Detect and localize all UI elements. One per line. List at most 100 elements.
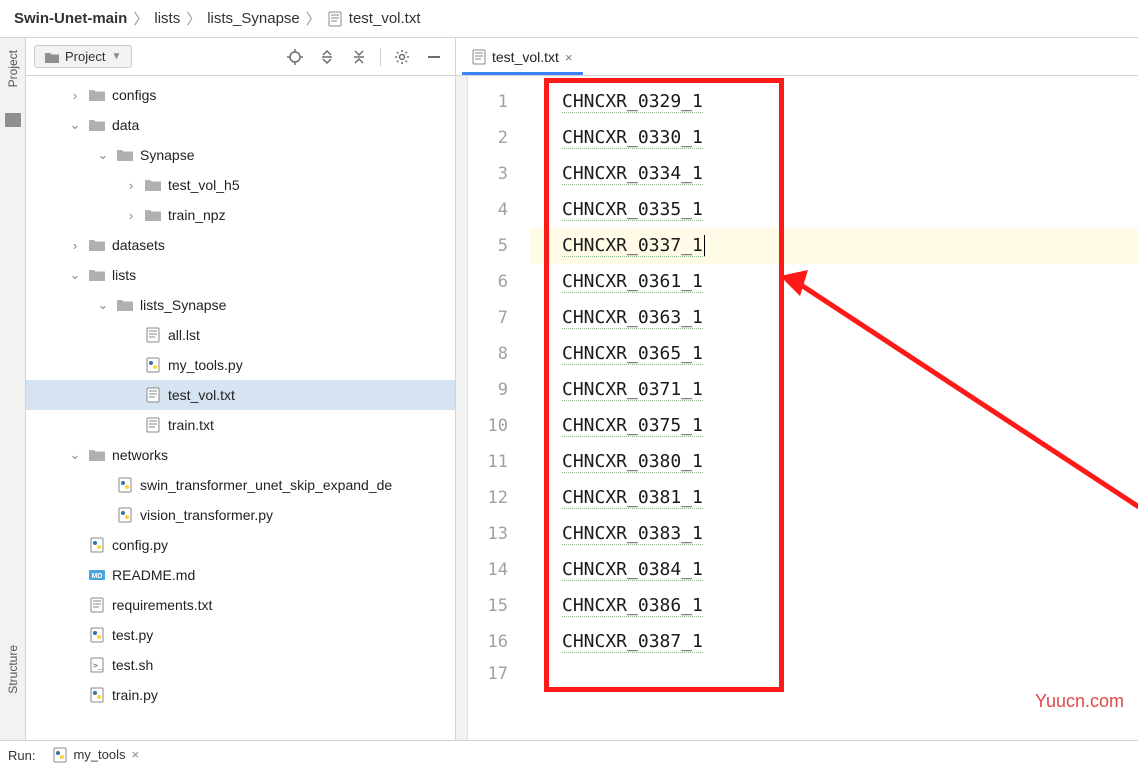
- code-line[interactable]: CHNCXR_0380_1: [530, 444, 1138, 480]
- code-line[interactable]: CHNCXR_0386_1: [530, 588, 1138, 624]
- editor-body[interactable]: 1234567891011121314151617 CHNCXR_0329_1C…: [456, 76, 1138, 740]
- tree-row[interactable]: ›test_vol_h5: [26, 170, 455, 200]
- text-file-icon: [327, 11, 343, 27]
- tree-row[interactable]: ⌄ data: [26, 110, 455, 140]
- breadcrumb-item[interactable]: lists_Synapse: [207, 10, 300, 27]
- project-view-selector[interactable]: Project ▼: [34, 45, 132, 68]
- breadcrumb-item[interactable]: lists: [154, 10, 180, 27]
- tree-row[interactable]: test_vol.txt: [26, 380, 455, 410]
- py-icon: [88, 687, 106, 703]
- line-number: 9: [468, 372, 530, 408]
- close-icon[interactable]: ×: [132, 747, 140, 762]
- gear-icon[interactable]: [389, 44, 415, 70]
- folder-icon: [88, 87, 106, 103]
- folder-icon: [144, 207, 162, 223]
- tree-row[interactable]: config.py: [26, 530, 455, 560]
- tree-row[interactable]: >_test.sh: [26, 650, 455, 680]
- chevron-down-icon[interactable]: ⌄: [96, 297, 110, 313]
- chevron-down-icon[interactable]: ⌄: [68, 267, 82, 283]
- tree-row[interactable]: test.py: [26, 620, 455, 650]
- code-line[interactable]: CHNCXR_0383_1: [530, 516, 1138, 552]
- txt-icon: [88, 597, 106, 613]
- tree-item-label: Synapse: [140, 147, 194, 163]
- tree-row[interactable]: ⌄ lists: [26, 260, 455, 290]
- tree-item-label: data: [112, 117, 139, 133]
- svg-text:>_: >_: [93, 661, 103, 670]
- py-icon: [144, 357, 162, 373]
- chevron-right-icon[interactable]: ›: [124, 208, 138, 223]
- locate-icon[interactable]: [282, 44, 308, 70]
- chevron-right-icon[interactable]: ›: [124, 178, 138, 193]
- line-number: 16: [468, 624, 530, 660]
- breadcrumb-item[interactable]: Swin-Unet-main: [14, 10, 127, 27]
- tree-row[interactable]: ⌄ lists_Synapse: [26, 290, 455, 320]
- tree-row[interactable]: ⌄ Synapse: [26, 140, 455, 170]
- tree-item-label: train.txt: [168, 417, 214, 433]
- code-line[interactable]: CHNCXR_0387_1: [530, 624, 1138, 660]
- tree-row[interactable]: vision_transformer.py: [26, 500, 455, 530]
- code-line[interactable]: CHNCXR_0361_1: [530, 264, 1138, 300]
- run-label: Run:: [8, 748, 35, 763]
- chevron-right-icon[interactable]: ›: [68, 88, 82, 103]
- tree-row[interactable]: train.txt: [26, 410, 455, 440]
- line-number: 12: [468, 480, 530, 516]
- code-line[interactable]: CHNCXR_0329_1: [530, 84, 1138, 120]
- tree-item-label: networks: [112, 447, 168, 463]
- code-line[interactable]: CHNCXR_0363_1: [530, 300, 1138, 336]
- line-number: 8: [468, 336, 530, 372]
- code-area[interactable]: CHNCXR_0329_1CHNCXR_0330_1CHNCXR_0334_1C…: [530, 76, 1138, 740]
- hide-icon[interactable]: [421, 44, 447, 70]
- folder-icon: [116, 297, 134, 313]
- close-icon[interactable]: ×: [565, 50, 573, 65]
- tree-item-label: test.py: [112, 627, 153, 643]
- chevron-right-icon[interactable]: ›: [68, 238, 82, 253]
- line-number: 11: [468, 444, 530, 480]
- tree-item-label: lists_Synapse: [140, 297, 226, 313]
- folder-icon: [88, 267, 106, 283]
- tree-row[interactable]: train.py: [26, 680, 455, 710]
- line-number: 14: [468, 552, 530, 588]
- code-line[interactable]: CHNCXR_0334_1: [530, 156, 1138, 192]
- txt-icon: [144, 387, 162, 403]
- code-line[interactable]: CHNCXR_0384_1: [530, 552, 1138, 588]
- structure-tool-tab[interactable]: Structure: [6, 639, 20, 700]
- tree-row[interactable]: my_tools.py: [26, 350, 455, 380]
- code-line[interactable]: CHNCXR_0330_1: [530, 120, 1138, 156]
- tree-row[interactable]: ›configs: [26, 80, 455, 110]
- tree-item-label: README.md: [112, 567, 195, 583]
- expand-all-icon[interactable]: [314, 44, 340, 70]
- project-tool-tab[interactable]: Project: [6, 44, 20, 93]
- folder-icon: [116, 147, 134, 163]
- tree-row[interactable]: all.lst: [26, 320, 455, 350]
- tree-row[interactable]: ›datasets: [26, 230, 455, 260]
- run-tab[interactable]: my_tools ×: [45, 744, 147, 768]
- tree-item-label: lists: [112, 267, 136, 283]
- line-number: 7: [468, 300, 530, 336]
- tree-item-label: test_vol.txt: [168, 387, 235, 403]
- tree-item-label: all.lst: [168, 327, 200, 343]
- line-number: 5: [468, 228, 530, 264]
- code-line[interactable]: CHNCXR_0365_1: [530, 336, 1138, 372]
- tree-row[interactable]: requirements.txt: [26, 590, 455, 620]
- tree-row[interactable]: ⌄ networks: [26, 440, 455, 470]
- tree-item-label: config.py: [112, 537, 168, 553]
- chevron-down-icon[interactable]: ⌄: [68, 447, 82, 463]
- code-line[interactable]: CHNCXR_0371_1: [530, 372, 1138, 408]
- code-line[interactable]: CHNCXR_0375_1: [530, 408, 1138, 444]
- tree-row[interactable]: ›train_npz: [26, 200, 455, 230]
- project-tree[interactable]: ›configs⌄data⌄Synapse›test_vol_h5›train_…: [26, 76, 455, 740]
- scrollbar-marker[interactable]: [456, 76, 468, 740]
- collapse-all-icon[interactable]: [346, 44, 372, 70]
- tree-row[interactable]: MDREADME.md: [26, 560, 455, 590]
- breadcrumb-item[interactable]: test_vol.txt: [349, 10, 421, 27]
- project-sidebar: Project ▼ ›configs⌄data⌄Synapse›test_vol…: [26, 38, 456, 740]
- py-icon: [116, 477, 134, 493]
- chevron-down-icon[interactable]: ⌄: [96, 147, 110, 163]
- code-line[interactable]: CHNCXR_0381_1: [530, 480, 1138, 516]
- py-icon: [88, 537, 106, 553]
- code-line[interactable]: CHNCXR_0337_1: [530, 228, 1138, 264]
- code-line[interactable]: CHNCXR_0335_1: [530, 192, 1138, 228]
- chevron-down-icon[interactable]: ⌄: [68, 117, 82, 133]
- editor-tab[interactable]: test_vol.txt ×: [462, 41, 583, 75]
- tree-row[interactable]: swin_transformer_unet_skip_expand_de: [26, 470, 455, 500]
